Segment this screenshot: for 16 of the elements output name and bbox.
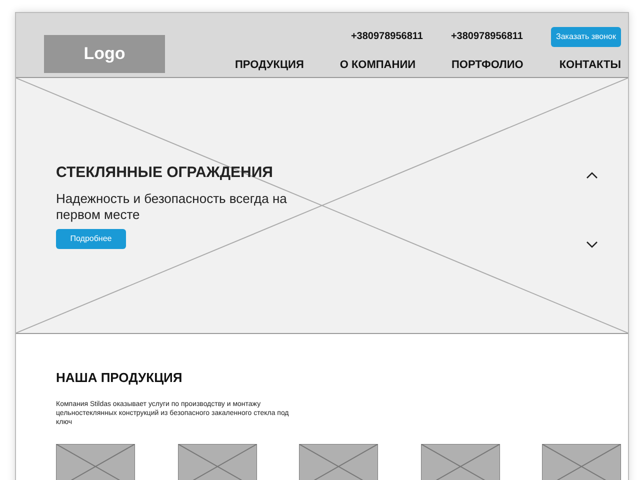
nav-link[interactable]: КОНТАКТЫ — [559, 56, 621, 73]
image-placeholder-icon — [299, 444, 378, 480]
hero-title: СТЕКЛЯННЫЕ ОГРАЖДЕНИЯ — [56, 163, 273, 184]
nav-link[interactable]: О КОМПАНИИ — [340, 56, 416, 73]
image-placeholder-icon — [542, 444, 621, 480]
hero-subtitle: Надежность и безопасность всегда на первом месте — [56, 190, 288, 223]
phone-number: +380978956811 — [350, 30, 423, 44]
image-placeholder-icon — [178, 444, 256, 480]
image-placeholder-icon — [56, 444, 135, 480]
chevron-down-icon[interactable] — [586, 240, 598, 248]
image-placeholder-icon — [420, 444, 500, 480]
chevron-up-icon[interactable] — [586, 172, 598, 178]
phone-number: +380978956811 — [450, 30, 523, 44]
section-title: НАША ПРОДУКЦИЯ — [56, 369, 184, 387]
nav-link[interactable]: ПРОДУКЦИЯ — [234, 56, 304, 73]
nav-link[interactable]: ПОРТФОЛИО — [452, 56, 524, 73]
